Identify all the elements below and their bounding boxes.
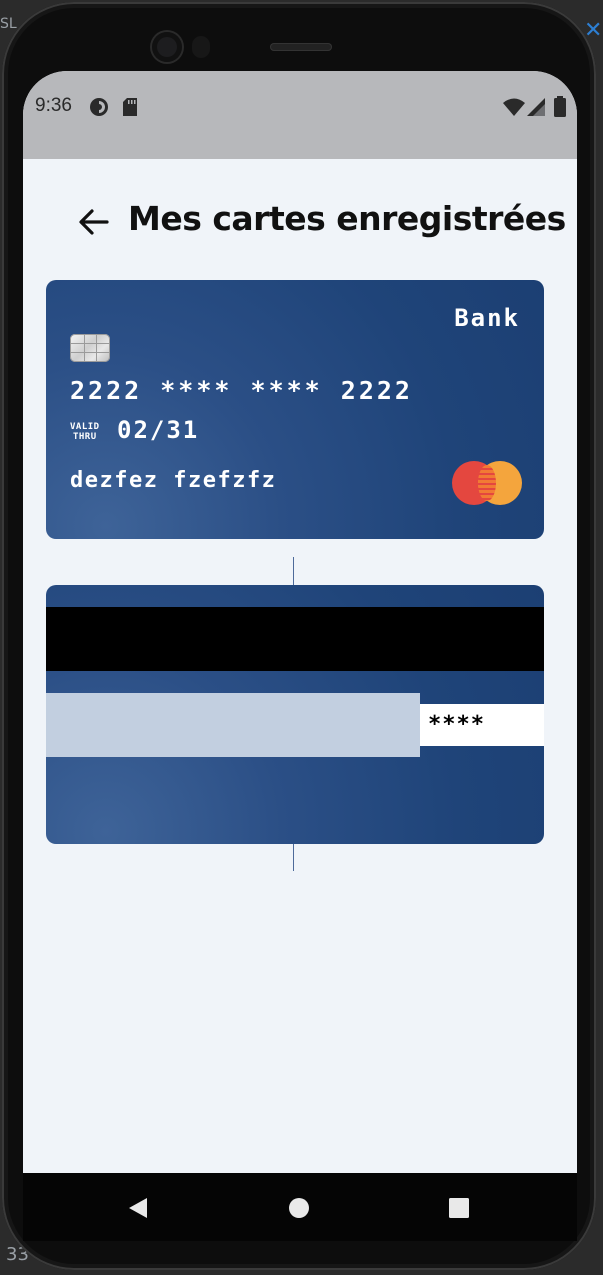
card-number: 2222 **** **** 2222 xyxy=(70,376,413,405)
sd-card-icon xyxy=(123,98,137,120)
card-expiry: 02/31 xyxy=(117,416,200,444)
thru-label: THRU xyxy=(72,432,97,442)
card-holder-name: dezfez fzefzfz xyxy=(70,468,277,493)
credit-card-back[interactable]: **** xyxy=(46,585,544,844)
android-nav-bar xyxy=(23,1173,577,1241)
wifi-icon xyxy=(503,98,525,120)
recents-nav-icon[interactable] xyxy=(449,1198,469,1222)
battery-icon xyxy=(554,96,566,121)
mastercard-icon xyxy=(452,461,522,505)
magnetic-stripe xyxy=(46,607,544,671)
valid-thru-label: VALID THRU xyxy=(70,422,100,442)
signature-strip xyxy=(46,693,420,757)
page-header: Mes cartes enregistrées xyxy=(23,197,577,251)
credit-card-front[interactable]: Bank 2222 **** **** 2222 VALID THRU 02/3… xyxy=(46,280,544,539)
front-camera xyxy=(152,32,182,62)
page-title: Mes cartes enregistrées xyxy=(128,199,566,238)
earpiece-speaker xyxy=(270,43,332,51)
back-arrow-icon[interactable] xyxy=(77,205,111,239)
sensor xyxy=(192,36,210,58)
home-nav-icon[interactable] xyxy=(289,1198,309,1222)
status-time: 9:36 xyxy=(35,95,72,116)
bank-name: Bank xyxy=(454,304,520,332)
app-screen: 9:36 Mes cartes enregistrées Bank 2222 *… xyxy=(23,71,577,1173)
valid-label: VALID xyxy=(70,422,100,432)
status-bar: 9:36 xyxy=(23,71,577,159)
chip-icon xyxy=(70,334,110,362)
desktop-fragment-top: SL xyxy=(0,16,17,32)
signal-icon xyxy=(527,98,545,120)
cvv-value: **** xyxy=(420,704,544,746)
circle-status-icon xyxy=(89,97,109,121)
back-nav-icon[interactable] xyxy=(127,1197,149,1223)
